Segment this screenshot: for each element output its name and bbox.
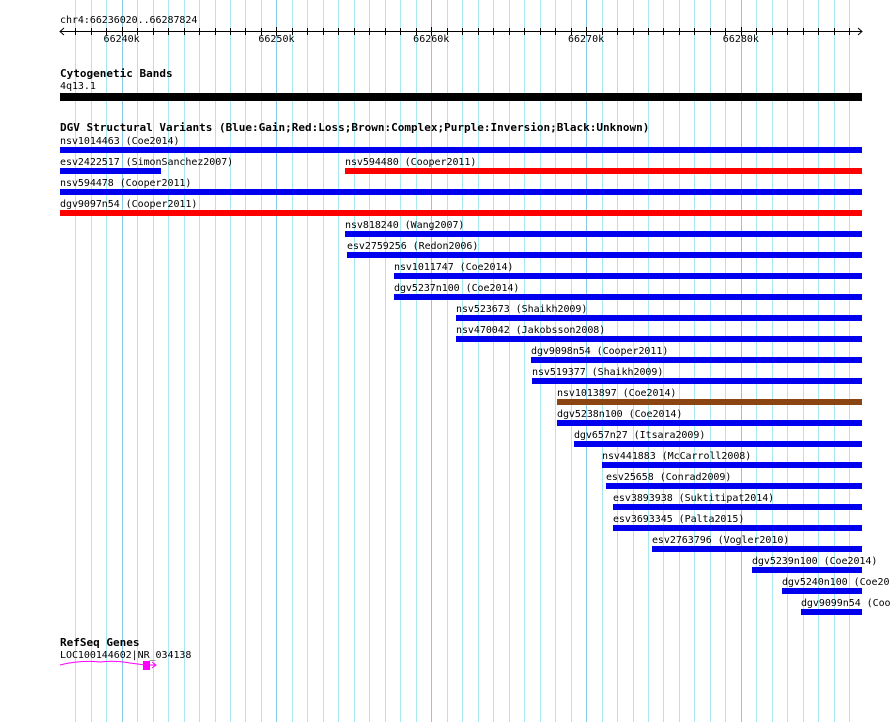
variant-label: dgv5238n100 (Coe2014) [556, 409, 683, 420]
ruler-tick-label: 66270k [567, 34, 605, 45]
gene-intron-line [59, 660, 155, 666]
variant-label: dgv9098n54 (Cooper2011) [530, 346, 669, 357]
variant-label: nsv519377 (Shaikh2009) [531, 367, 664, 378]
variant-label: esv3893938 (Suktitipat2014) [612, 493, 775, 504]
variant-label: nsv1013897 (Coe2014) [556, 388, 677, 399]
gene-model[interactable] [55, 655, 165, 675]
variant-bar-gain[interactable] [800, 609, 862, 615]
ruler-tick-label: 66280k [722, 34, 759, 45]
variant-label: nsv1014463 (Coe2014) [60, 136, 180, 147]
variant-bar-gain[interactable] [612, 504, 862, 510]
variant-label: dgv9097n54 (Cooper2011) [60, 199, 198, 210]
variant-bar-gain[interactable] [601, 462, 862, 468]
region-label: chr4:66236020..66287824 [60, 15, 198, 26]
variant-bar-gain[interactable] [781, 588, 862, 594]
variant-label: esv2763796 (Vogler2010) [651, 535, 790, 546]
variant-bar-gain[interactable] [60, 168, 161, 174]
variant-bar-gain[interactable] [531, 378, 862, 384]
ruler-tick-label: 66240k [103, 34, 140, 45]
variant-bar-gain[interactable] [393, 294, 862, 300]
variant-bar-loss[interactable] [344, 168, 862, 174]
variant-bar-gain[interactable] [344, 231, 862, 237]
cytoband-bar[interactable] [60, 93, 862, 101]
refseq-track-title[interactable]: RefSeq Genes [60, 637, 139, 649]
variant-label: nsv594480 (Cooper2011) [344, 157, 477, 168]
variant-bar-gain[interactable] [556, 420, 862, 426]
variant-label: esv25658 (Conrad2009) [605, 472, 732, 483]
dgv-track-title[interactable]: DGV Structural Variants (Blue:Gain;Red:L… [60, 122, 649, 134]
ruler-tick-label: 66250k [258, 34, 295, 45]
variant-bar-gain[interactable] [60, 189, 862, 195]
variant-bar-gain[interactable] [393, 273, 862, 279]
variant-bar-complex[interactable] [556, 399, 862, 405]
variant-bar-gain[interactable] [751, 567, 862, 573]
gene-exon [143, 661, 150, 670]
variant-label: nsv441883 (McCarroll2008) [601, 451, 752, 462]
variant-bar-gain[interactable] [530, 357, 862, 363]
variant-label: nsv818240 (Wang2007) [344, 220, 465, 231]
cytoband-label: 4q13.1 [60, 81, 96, 92]
variant-label: nsv594478 (Cooper2011) [60, 178, 192, 189]
variant-label: dgv5240n100 (Coe20 [781, 577, 890, 588]
variant-label: esv2422517 (SimonSanchez2007) [60, 157, 234, 168]
variant-bar-gain[interactable] [455, 315, 862, 321]
variant-label: esv2759256 (Redon2006) [346, 241, 479, 252]
variant-bar-gain[interactable] [651, 546, 862, 552]
ruler-tick-label: 66260k [413, 34, 450, 45]
variant-label: nsv470042 (Jakobsson2008) [455, 325, 606, 336]
variant-bar-gain[interactable] [455, 336, 862, 342]
variant-bar-gain[interactable] [612, 525, 862, 531]
variant-label: dgv5237n100 (Coe2014) [393, 283, 520, 294]
cytoband-track-title[interactable]: Cytogenetic Bands [60, 68, 173, 80]
variant-label: nsv1011747 (Coe2014) [393, 262, 514, 273]
variant-label: esv3693345 (Palta2015) [612, 514, 745, 525]
variant-label: nsv523673 (Shaikh2009) [455, 304, 588, 315]
variant-bar-gain[interactable] [346, 252, 862, 258]
variant-label: dgv657n27 (Itsara2009) [573, 430, 706, 441]
variant-bar-gain[interactable] [573, 441, 862, 447]
variant-bar-gain[interactable] [60, 147, 862, 153]
variant-bar-gain[interactable] [605, 483, 862, 489]
variant-label: dgv5239n100 (Coe2014) [751, 556, 878, 567]
variant-bar-loss[interactable] [60, 210, 862, 216]
variant-label: dgv9099n54 (Coo [800, 598, 890, 609]
